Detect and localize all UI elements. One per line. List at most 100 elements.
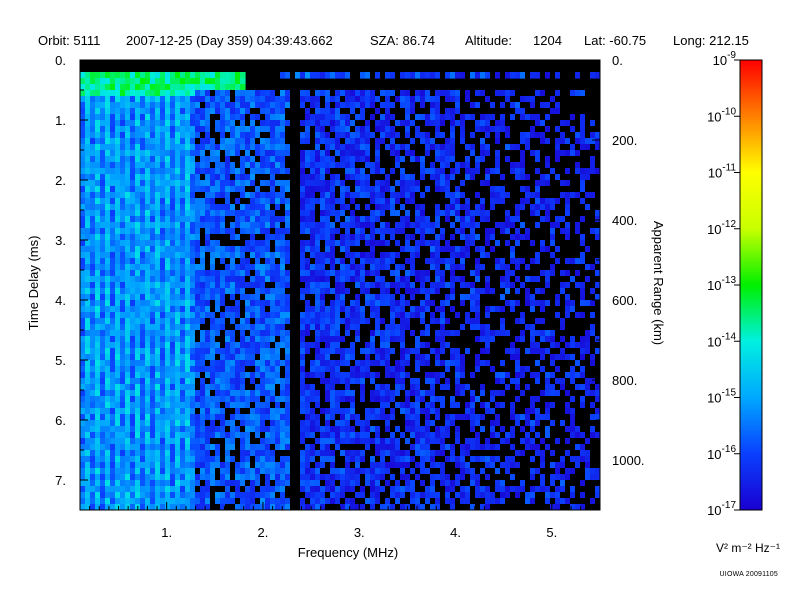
heatmap-cell <box>85 300 91 307</box>
heatmap-cell <box>405 336 411 343</box>
heatmap-cell <box>365 354 371 361</box>
heatmap-cell <box>160 138 166 145</box>
heatmap-cell <box>210 306 216 313</box>
heatmap-cell <box>380 342 386 349</box>
heatmap-cell <box>375 408 381 415</box>
heatmap-cell <box>280 270 286 277</box>
heatmap-cell <box>370 240 376 247</box>
heatmap-cell <box>85 492 91 499</box>
heatmap-cell <box>330 354 336 361</box>
heatmap-cell <box>415 294 421 301</box>
heatmap-cell <box>295 240 301 247</box>
heatmap-cell <box>390 288 396 295</box>
heatmap-cell <box>115 72 121 79</box>
heatmap-cell <box>225 282 231 289</box>
heatmap-cell <box>275 102 281 109</box>
heatmap-cell <box>220 324 226 331</box>
heatmap-cell <box>230 90 236 97</box>
heatmap-cell <box>225 486 231 493</box>
heatmap-cell <box>210 138 216 145</box>
heatmap-cell <box>245 444 251 451</box>
heatmap-cell <box>250 318 256 325</box>
heatmap-cell <box>230 426 236 433</box>
heatmap-cell <box>380 300 386 307</box>
heatmap-cell <box>235 390 241 397</box>
heatmap-cell <box>150 336 156 343</box>
heatmap-cell <box>115 384 121 391</box>
heatmap-cell <box>265 246 271 253</box>
heatmap-cell <box>395 150 401 157</box>
heatmap-cell <box>330 300 336 307</box>
heatmap-cell <box>315 498 321 505</box>
heatmap-cell <box>325 126 331 133</box>
heatmap-cell <box>355 288 361 295</box>
heatmap-cell <box>220 450 226 457</box>
heatmap-cell <box>230 84 236 91</box>
heatmap-cell <box>145 342 151 349</box>
heatmap-cell <box>110 288 116 295</box>
heatmap-cell <box>335 438 341 445</box>
heatmap-cell <box>220 246 226 253</box>
heatmap-cell <box>130 372 136 379</box>
heatmap-cell <box>320 234 326 241</box>
heatmap-cell <box>405 120 411 127</box>
heatmap-cell <box>370 450 376 457</box>
heatmap-cell <box>335 258 341 265</box>
heatmap-cell <box>155 258 161 265</box>
heatmap-cell <box>150 378 156 385</box>
heatmap-cell <box>380 114 386 121</box>
heatmap-cell <box>350 216 356 223</box>
heatmap-cell <box>145 150 151 157</box>
heatmap-cell <box>365 468 371 475</box>
heatmap-cell <box>325 342 331 349</box>
heatmap-cell <box>290 318 296 325</box>
heatmap-cell <box>95 186 101 193</box>
heatmap-cell <box>90 396 96 403</box>
heatmap-cell <box>260 390 266 397</box>
heatmap-cell <box>180 108 186 115</box>
heatmap-cell <box>200 426 206 433</box>
heatmap-cell <box>345 444 351 451</box>
heatmap-cell <box>100 420 106 427</box>
heatmap-cell <box>300 216 306 223</box>
heatmap-cell <box>190 132 196 139</box>
heatmap-cell <box>90 294 96 301</box>
heatmap-cell <box>245 288 251 295</box>
heatmap-cell <box>345 72 351 79</box>
heatmap-cell <box>140 492 146 499</box>
heatmap-cell <box>85 282 91 289</box>
heatmap-cell <box>150 198 156 205</box>
heatmap-cell <box>285 300 291 307</box>
heatmap-cell <box>395 486 401 493</box>
heatmap-cell <box>230 264 236 271</box>
heatmap-cell <box>200 462 206 469</box>
heatmap-cell <box>115 204 121 211</box>
heatmap-cell <box>250 366 256 373</box>
heatmap-cell <box>330 252 336 259</box>
heatmap-cell <box>105 198 111 205</box>
heatmap-cell <box>175 360 181 367</box>
heatmap-cell <box>335 372 341 379</box>
heatmap-cell <box>340 162 346 169</box>
heatmap-cell <box>290 432 296 439</box>
heatmap-cell <box>400 174 406 181</box>
heatmap-cell <box>130 216 136 223</box>
heatmap-cell <box>370 312 376 319</box>
heatmap-cell <box>285 408 291 415</box>
heatmap-cell <box>205 366 211 373</box>
heatmap-cell <box>410 156 416 163</box>
heatmap-cell <box>415 342 421 349</box>
heatmap-cell <box>275 432 281 439</box>
heatmap-cell <box>215 198 221 205</box>
heatmap-cell <box>85 462 91 469</box>
heatmap-cell <box>390 258 396 265</box>
heatmap-cell <box>145 456 151 463</box>
heatmap-cell <box>270 456 276 463</box>
heatmap-cell <box>425 90 431 97</box>
heatmap-cell <box>270 102 276 109</box>
heatmap-cell <box>400 222 406 229</box>
heatmap-cell <box>155 162 161 169</box>
heatmap-cell <box>320 282 326 289</box>
heatmap-cell <box>410 228 416 235</box>
heatmap-cell <box>160 486 166 493</box>
